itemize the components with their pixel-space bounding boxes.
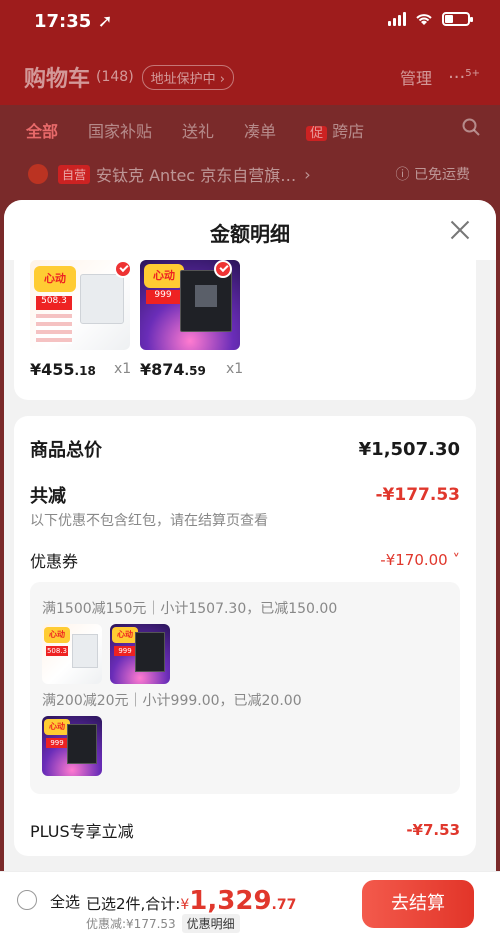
tab-all[interactable]: 全部 <box>26 118 58 142</box>
coupon-row[interactable]: 优惠券 -¥170.00 ˅ <box>30 548 460 572</box>
promo-badge: 心动 <box>34 266 76 292</box>
cart-header: 购物车 (148) 地址保护中 › 管理 ···5+ <box>24 62 480 92</box>
coupon-label: 优惠券 <box>30 552 79 571</box>
tab-national-subsidy[interactable]: 国家补贴 <box>88 118 152 142</box>
thumb-price: 999 <box>146 290 180 304</box>
select-all-label[interactable]: 全选 <box>50 891 80 912</box>
status-time: 17:35 ➚ <box>34 11 113 32</box>
motherboard-image <box>135 632 165 672</box>
reduce-note-row: 以下优惠不包含红包，请在结算页查看 <box>30 510 460 530</box>
self-operated-tag: 自营 <box>58 164 91 184</box>
selected-count: 已选2件,合计: <box>86 895 181 913</box>
total-row: 商品总价 ¥1,507.30 <box>30 436 460 462</box>
coupon-product-thumbnail[interactable]: 心动 999 <box>42 716 102 776</box>
sheet-title: 金额明细 <box>210 222 290 246</box>
store-name: 安钛克 Antec 京东自营旗… <box>96 166 297 185</box>
amount-detail-sheet: 金额明细 心动 508.3 ¥455.18 x1 心动 999 ¥874.59 … <box>4 200 496 933</box>
shipping-status: ⓘ 已免运费 <box>395 167 470 183</box>
store-row[interactable]: 自营 安钛克 Antec 京东自营旗… › ⓘ 已免运费 <box>28 162 470 186</box>
product-qty: x1 <box>114 361 132 377</box>
tab-gift[interactable]: 送礼 <box>182 118 214 142</box>
checkout-button[interactable]: 去结算 <box>362 880 474 928</box>
cart-title: 购物车 <box>24 67 91 92</box>
product-price: ¥455.18 <box>30 360 96 379</box>
more-badge: 5+ <box>465 67 480 79</box>
tab-cross-store[interactable]: 促 跨店 <box>306 118 364 142</box>
reduce-row: 共减 -¥177.53 <box>30 482 460 508</box>
promo-badge: 心动 <box>144 264 184 288</box>
product-qty: x1 <box>226 361 244 377</box>
total-decimal: .77 <box>271 897 297 913</box>
thumb-price: 999 <box>46 738 68 748</box>
promo-badge: 心动 <box>44 627 70 643</box>
total-value: ¥1,507.30 <box>358 438 460 460</box>
cart-count: (148) <box>96 69 134 85</box>
close-icon[interactable] <box>450 220 470 240</box>
thumb-price: 999 <box>114 646 136 656</box>
coupon-detail-box: 满1500减150元｜小计1507.30，已减150.00 心动 508.3 心… <box>30 582 460 794</box>
reduce-note: 以下优惠不包含红包，请在结算页查看 <box>30 513 268 529</box>
signal-icon <box>388 12 406 26</box>
product-price: ¥874.59 <box>140 360 206 379</box>
coupon-rule: 满200减20元｜小计999.00，已减20.00 <box>42 693 302 709</box>
manage-button[interactable]: 管理 <box>400 65 432 89</box>
amount-breakdown-card: 商品总价 ¥1,507.30 共减 -¥177.53 以下优惠不包含红包，请在结… <box>14 416 476 856</box>
selected-check-icon[interactable] <box>214 260 232 278</box>
total-integer: 1,329 <box>189 886 272 916</box>
reduce-label: 共减 <box>30 486 66 507</box>
thumb-price: 508.3 <box>36 296 72 310</box>
plus-row: PLUS专享立减 -¥7.53 <box>30 818 460 842</box>
motherboard-image <box>67 724 97 764</box>
discount-summary: 优惠减:¥177.53 优惠明细 <box>86 914 240 933</box>
more-menu-button[interactable]: ···5+ <box>448 67 480 88</box>
discount-amount: 优惠减:¥177.53 <box>86 917 176 931</box>
wifi-icon <box>416 14 432 25</box>
product-art <box>36 314 72 344</box>
thumb-price: 508.3 <box>46 646 68 656</box>
store-checkbox[interactable] <box>28 164 48 184</box>
selected-check-icon[interactable] <box>114 260 132 278</box>
select-all-radio[interactable] <box>17 890 37 910</box>
psu-box-image <box>72 634 98 668</box>
motherboard-image <box>180 270 232 332</box>
coupon-rule: 满1500减150元｜小计1507.30，已减150.00 <box>42 601 338 617</box>
selected-products-card: 心动 508.3 ¥455.18 x1 心动 999 ¥874.59 x1 <box>14 260 476 400</box>
address-protect-badge[interactable]: 地址保护中 › <box>141 64 235 90</box>
total-currency: ¥ <box>180 897 190 913</box>
coupon-product-thumbnail[interactable]: 心动 508.3 <box>42 624 102 684</box>
search-icon[interactable] <box>462 118 480 136</box>
tab-add-on[interactable]: 凑单 <box>244 118 276 142</box>
coupon-value[interactable]: -¥170.00 ˅ <box>380 551 460 569</box>
plus-value: -¥7.53 <box>406 821 460 839</box>
cart-tabs: 全部 国家补贴 送礼 凑单 促 跨店 <box>26 118 480 142</box>
promo-tag: 促 <box>306 126 328 141</box>
sheet-header: 金额明细 <box>4 200 496 260</box>
status-bar: 17:35 ➚ <box>0 0 500 44</box>
coupon-product-thumbnail[interactable]: 心动 999 <box>110 624 170 684</box>
checkout-bar: 全选 已选2件,合计: ¥ 1,329 .77 优惠减:¥177.53 优惠明细… <box>0 871 500 933</box>
battery-icon <box>442 12 473 26</box>
discount-detail-link[interactable]: 优惠明细 <box>181 914 240 933</box>
chevron-right-icon: › <box>304 164 311 184</box>
total-summary: 已选2件,合计: ¥ 1,329 .77 <box>86 886 296 916</box>
more-icon: ··· <box>448 66 466 88</box>
total-label: 商品总价 <box>30 440 102 461</box>
plus-label: PLUS专享立减 <box>30 822 134 841</box>
psu-box-image <box>80 274 124 324</box>
reduce-value: -¥177.53 <box>375 485 461 505</box>
